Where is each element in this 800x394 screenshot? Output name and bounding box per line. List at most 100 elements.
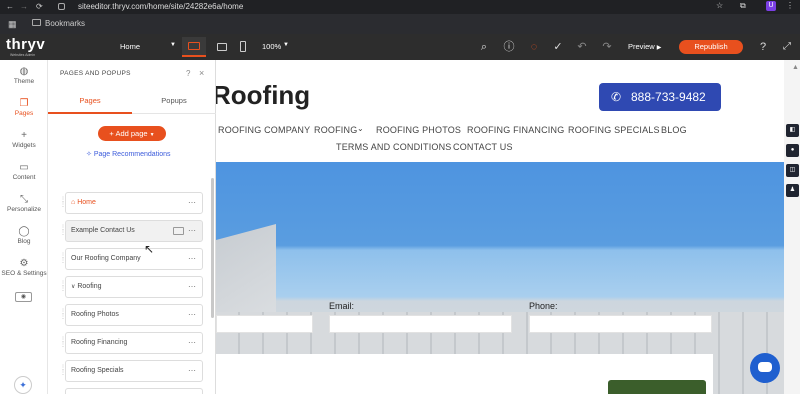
bookmarks-label[interactable]: Bookmarks — [45, 19, 85, 28]
redo-icon[interactable]: ↷ — [600, 40, 614, 54]
collapse-icon[interactable]: ⤢ — [780, 40, 794, 54]
info-icon[interactable]: ⓘ — [502, 40, 516, 54]
page-row-roofing-financing[interactable]: ⋮ ⋮ Roofing Financing ⋯ — [60, 332, 203, 354]
chevron-down-icon[interactable]: ▼ — [170, 42, 176, 48]
phone-number: 888-733-9482 — [631, 90, 706, 104]
help-circle-icon[interactable]: ? — [186, 69, 190, 78]
page-row-label: Our Roofing Company — [71, 255, 141, 262]
mouse-cursor-icon: ↖ — [144, 242, 155, 256]
alert-icon[interactable]: ◌ — [527, 40, 541, 54]
ai-sparkle-icon[interactable]: ✦ — [14, 376, 32, 394]
site-info-icon[interactable] — [58, 3, 65, 10]
nav-link-contact-us[interactable]: CONTACT US — [453, 142, 513, 152]
page-row-roofing-photos[interactable]: ⋮ ⋮ Roofing Photos ⋯ — [60, 304, 203, 326]
menu-kebab-icon[interactable]: ⋮ — [786, 1, 794, 10]
email-field[interactable] — [329, 315, 512, 333]
profile-avatar[interactable]: U — [766, 1, 776, 11]
comment-icon[interactable]: ● — [786, 144, 799, 157]
drag-handle-icon[interactable]: ⋮ ⋮ — [60, 197, 66, 208]
nav-link-roofing-company[interactable]: ROOFING COMPANY — [218, 125, 310, 135]
eye-toggle-icon[interactable]: ◉ — [15, 292, 32, 302]
more-icon[interactable]: ⋯ — [188, 221, 196, 241]
drag-handle-icon[interactable]: ⋮ ⋮ — [60, 337, 66, 348]
drag-handle-icon[interactable]: ⋮ ⋮ — [60, 281, 66, 292]
star-icon[interactable]: ☆ — [716, 1, 723, 10]
nav-chevron-icon[interactable]: ⌄ — [357, 124, 364, 133]
name-field[interactable] — [216, 315, 313, 333]
apps-grid-icon[interactable]: ▦ — [8, 19, 17, 30]
reload-icon[interactable]: ⟳ — [36, 2, 43, 11]
chat-icon — [758, 362, 772, 372]
nav-link-roofing-financing[interactable]: ROOFING FINANCING — [467, 125, 564, 135]
drag-handle-icon[interactable]: ⋮ ⋮ — [60, 365, 66, 376]
right-tool-strip: ▲ ◧ ● ◫ ♟ — [784, 60, 800, 394]
page-row-example-contact-us[interactable]: ⋮ ⋮ Example Contact Us ⋯ — [60, 220, 203, 242]
page-row-roofing[interactable]: ⋮ ⋮ ∨ Roofing ⋯ — [60, 276, 203, 298]
rail-item-label: Personalize — [7, 206, 41, 213]
tab-pages[interactable]: Pages — [48, 88, 132, 114]
rail-item-personalize[interactable]: ⤡ Personalize — [0, 194, 48, 213]
page-select[interactable]: Home — [120, 42, 140, 51]
sparkle-icon: ✧ — [86, 151, 92, 158]
extensions-icon[interactable]: ⧉ — [740, 1, 746, 11]
rail-item-content[interactable]: ▭ Content — [0, 162, 48, 181]
more-icon[interactable]: ⋯ — [188, 277, 196, 297]
drag-handle-icon[interactable]: ⋮ ⋮ — [60, 225, 66, 236]
drag-handle-icon[interactable]: ⋮ ⋮ — [60, 253, 66, 264]
check-icon[interactable]: ✓ — [551, 40, 565, 54]
zoom-chevron-icon[interactable]: ▼ — [283, 42, 289, 48]
more-icon[interactable]: ⋯ — [188, 193, 196, 213]
nav-link-roofing-photos[interactable]: ROOFING PHOTOS — [376, 125, 461, 135]
back-icon[interactable]: ← — [6, 2, 14, 11]
page-row-our-roofing-company[interactable]: ⋮ ⋮ Our Roofing Company ⋯ — [60, 248, 203, 270]
add-page-button[interactable]: + Add page ▼ — [98, 126, 166, 141]
undo-icon[interactable]: ↶ — [575, 40, 589, 54]
submit-button[interactable] — [608, 380, 706, 394]
page-row-home[interactable]: ⋮ ⋮ ⌂ Home ⋯ — [60, 192, 203, 214]
rail-item-theme[interactable]: ◍ Theme — [0, 66, 48, 85]
users-icon[interactable]: ♟ — [786, 184, 799, 197]
scroll-up-icon[interactable]: ▲ — [792, 64, 799, 71]
nav-link-terms[interactable]: TERMS AND CONDITIONS — [336, 142, 452, 152]
thryv-logo: thryv — [6, 36, 46, 53]
add-page-label: + Add page — [109, 129, 148, 138]
rail-item-blog[interactable]: ◯ Blog — [0, 226, 48, 245]
drag-handle-icon[interactable]: ⋮ ⋮ — [60, 309, 66, 320]
page-row-roofing-specials[interactable]: ⋮ ⋮ Roofing Specials ⋯ — [60, 360, 203, 382]
more-icon[interactable]: ⋯ — [188, 305, 196, 325]
desktop-view-button[interactable] — [182, 37, 206, 57]
nav-link-blog[interactable]: BLOG — [661, 125, 687, 135]
rail-item-widgets[interactable]: + Widgets — [0, 130, 48, 149]
nav-link-roofing-specials[interactable]: ROOFING SPECIALS — [568, 125, 660, 135]
left-rail: ◍ Theme ❐ Pages + Widgets ▭ Content ⤡ Pe… — [0, 60, 48, 394]
page-recommendations-link[interactable]: ✧ Page Recommendations — [86, 150, 170, 158]
more-icon[interactable]: ⋯ — [188, 249, 196, 269]
phone-button[interactable]: ✆ 888-733-9482 — [599, 83, 721, 111]
layers-icon[interactable]: ◧ — [786, 124, 799, 137]
forward-icon[interactable]: → — [20, 2, 28, 11]
rail-item-seo-settings[interactable]: ⚙ SEO & Settings — [0, 258, 48, 277]
url-text[interactable]: siteeditor.thryv.com/home/site/24282e6a/… — [78, 2, 243, 11]
logo-subtitle: Websites Admin — [10, 53, 36, 57]
history-icon[interactable]: ◫ — [786, 164, 799, 177]
panel-scrollbar[interactable] — [211, 178, 214, 318]
site-canvas[interactable]: Roofing ✆ 888-733-9482 ROOFING COMPANY R… — [216, 60, 784, 394]
mobile-icon[interactable] — [240, 41, 246, 52]
search-icon[interactable]: ⌕ — [477, 40, 491, 54]
nav-link-roofing[interactable]: ROOFING — [314, 125, 357, 135]
rail-item-pages[interactable]: ❐ Pages — [0, 98, 48, 117]
zoom-select[interactable]: 100% — [262, 42, 281, 51]
more-icon[interactable]: ⋯ — [188, 361, 196, 381]
preview-button[interactable]: Preview ▶ — [628, 42, 661, 51]
chat-bubble-button[interactable] — [750, 353, 780, 383]
tab-popups[interactable]: Popups — [132, 88, 216, 114]
more-icon[interactable]: ⋯ — [188, 333, 196, 353]
page-row-label: Home — [77, 199, 96, 206]
republish-button[interactable]: Republish — [679, 40, 743, 54]
phone-field[interactable] — [529, 315, 712, 333]
tablet-icon[interactable] — [217, 43, 227, 51]
expand-chevron-icon[interactable]: ∨ — [71, 284, 75, 290]
email-label: Email: — [329, 301, 355, 311]
close-icon[interactable]: × — [199, 68, 204, 78]
help-icon[interactable]: ? — [756, 40, 770, 54]
